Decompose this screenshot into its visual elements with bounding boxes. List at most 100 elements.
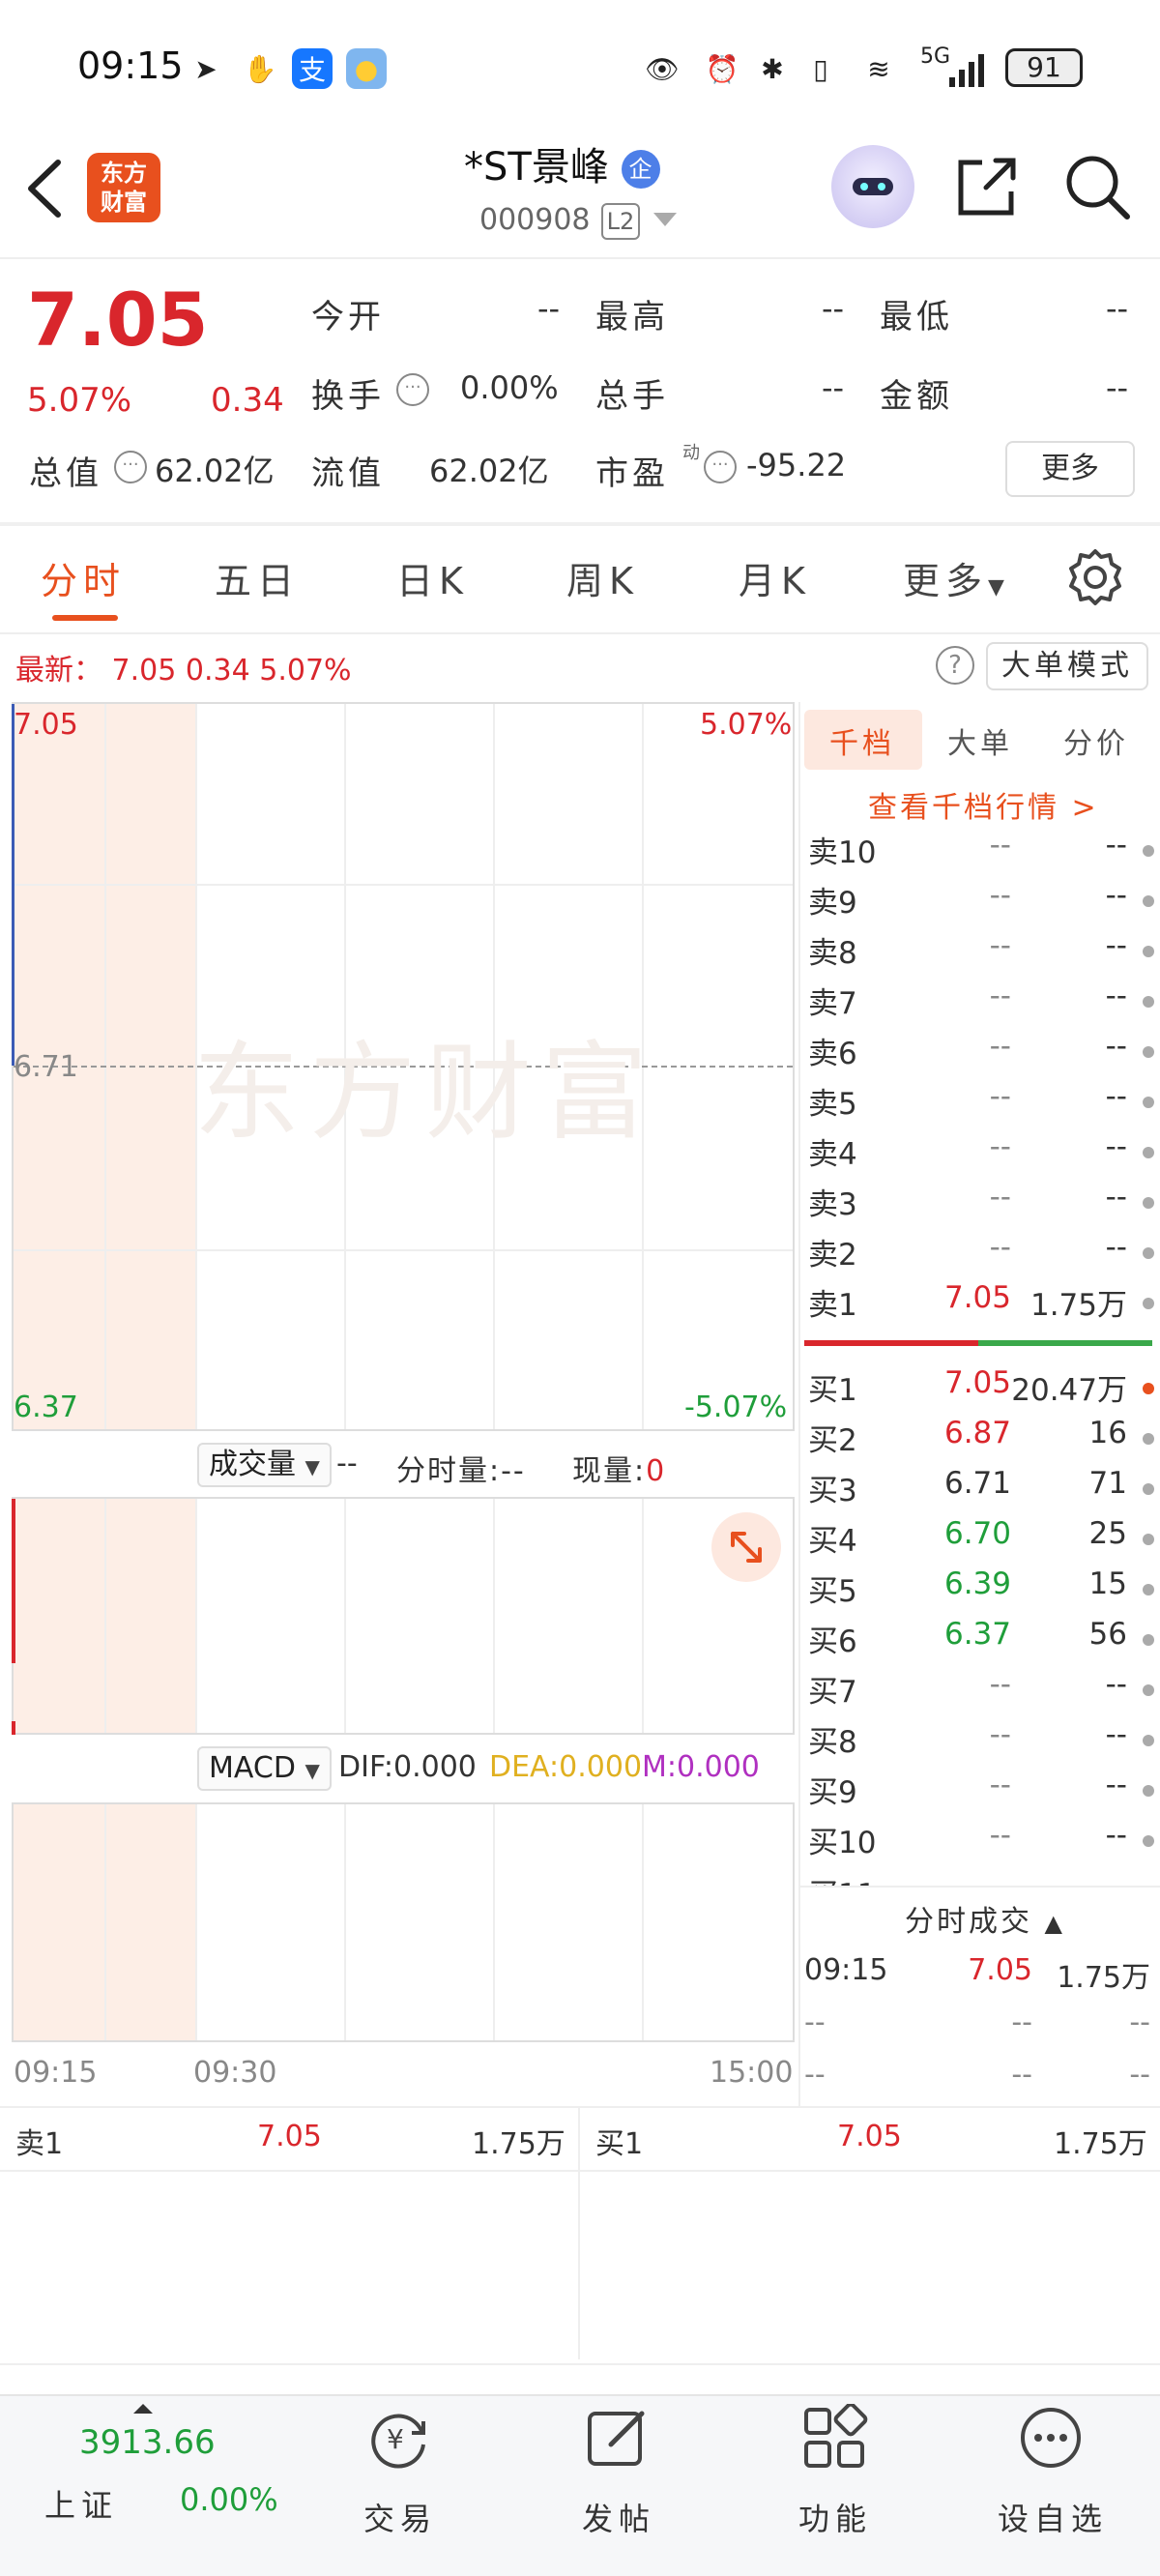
ask-row[interactable]: 卖10 -- --: [808, 828, 1156, 878]
ask-volume: 1.75万: [1030, 1288, 1127, 1323]
index-percent[interactable]: 0.00%: [180, 2481, 278, 2518]
bid-price: 6.70: [943, 1516, 1011, 1551]
ask-row[interactable]: 卖5 -- --: [808, 1079, 1156, 1129]
ask-row[interactable]: 卖3 -- --: [808, 1180, 1156, 1230]
share-icon[interactable]: [953, 153, 1021, 220]
ask-price: --: [989, 1029, 1011, 1064]
ask-row[interactable]: 卖6 -- --: [808, 1029, 1156, 1079]
tab-five-day[interactable]: 五日: [215, 551, 300, 604]
tab-weekly-k[interactable]: 周K: [566, 551, 639, 604]
tab-daily-k[interactable]: 日K: [396, 551, 469, 604]
more-button[interactable]: 更多: [1005, 441, 1135, 497]
more-info-icon[interactable]: ···: [704, 451, 737, 483]
tab-big-order[interactable]: 大单: [947, 719, 1013, 762]
tab-intraday[interactable]: 分时: [41, 551, 126, 604]
ask-level: 卖8: [808, 936, 857, 971]
ask-volume: --: [1105, 928, 1127, 963]
caret-up-icon[interactable]: [133, 2404, 153, 2414]
eastmoney-logo[interactable]: 东方 财富: [87, 153, 160, 222]
ts-price: --: [1011, 2005, 1032, 2039]
ts-volume: 1.75万: [1057, 1961, 1150, 1995]
macd-chart[interactable]: [12, 1802, 795, 2042]
bid-row[interactable]: 买3 6.71 71: [808, 1466, 1156, 1516]
ask-volume: --: [1105, 828, 1127, 863]
back-icon[interactable]: [21, 157, 70, 220]
more-info-icon[interactable]: ···: [396, 373, 429, 406]
bid-price: 6.87: [943, 1416, 1011, 1450]
bid-row[interactable]: 买9 -- --: [808, 1768, 1156, 1818]
help-icon[interactable]: ?: [936, 646, 974, 685]
bid-row[interactable]: 买7 -- --: [808, 1667, 1156, 1717]
volume-value: --: [822, 369, 845, 406]
bid-row[interactable]: 买4 6.70 25: [808, 1516, 1156, 1566]
nav-add-watchlist[interactable]: 设自选: [998, 2495, 1108, 2539]
view-thousand-level-link[interactable]: 查看千档行情 >: [868, 783, 1099, 826]
paper-plane-icon: ➤: [194, 52, 218, 85]
macd-indicator-select[interactable]: MACD ▼: [197, 1746, 332, 1791]
ask-price: --: [989, 1180, 1011, 1215]
trade-icon[interactable]: ¥: [365, 2404, 433, 2472]
ask-row[interactable]: 卖9 -- --: [808, 878, 1156, 928]
intraday-volume: 分时量:--: [396, 1454, 526, 1488]
amount-label: 金额: [880, 377, 953, 416]
dropdown-icon[interactable]: [653, 213, 677, 226]
status-dot-icon: [1143, 1383, 1154, 1394]
more-info-icon[interactable]: ···: [114, 451, 147, 483]
macd-m: M:0.000: [642, 1750, 760, 1784]
tab-monthly-k[interactable]: 月K: [739, 551, 811, 604]
ask-volume: --: [1105, 878, 1127, 913]
ask-volume: --: [1105, 1129, 1127, 1164]
bid-row[interactable]: 买2 6.87 16: [808, 1416, 1156, 1466]
index-name[interactable]: 上证: [44, 2481, 118, 2526]
ask-row[interactable]: 卖8 -- --: [808, 928, 1156, 979]
time-sales-title[interactable]: 分时成交 ▲: [905, 1897, 1065, 1940]
ask-row[interactable]: 卖4 -- --: [808, 1129, 1156, 1180]
bottom-area-divider: [0, 2363, 1160, 2365]
bid-level: 买2: [808, 1423, 857, 1458]
high-value: --: [822, 290, 845, 327]
bid-volume: --: [1105, 1667, 1127, 1702]
level2-badge[interactable]: L2: [601, 203, 640, 240]
bid-row[interactable]: 买1 7.05 20.47万: [808, 1365, 1156, 1416]
quote-divider: [0, 522, 1160, 526]
grid-line: [642, 1804, 644, 2040]
bid-row[interactable]: 买5 6.39 15: [808, 1566, 1156, 1617]
apps-icon[interactable]: [800, 2402, 868, 2472]
high-label: 最高: [595, 298, 669, 337]
status-dot-icon: [1143, 946, 1154, 957]
gear-icon[interactable]: [1065, 547, 1125, 607]
bid-price: 6.37: [943, 1617, 1011, 1652]
hand-icon: ✋: [243, 52, 277, 85]
search-icon[interactable]: [1063, 153, 1133, 222]
nav-post[interactable]: 发帖: [582, 2495, 655, 2539]
status-dot-icon: [1143, 1534, 1154, 1545]
compose-icon[interactable]: [584, 2404, 652, 2472]
volume-indicator-select[interactable]: 成交量 ▼: [197, 1443, 332, 1487]
bid-row[interactable]: 买6 6.37 56: [808, 1617, 1156, 1667]
robot-assistant-icon[interactable]: [831, 145, 914, 228]
index-value[interactable]: 3913.66: [79, 2423, 216, 2462]
tab-price-distribution[interactable]: 分价: [1063, 719, 1129, 762]
bid-level: 买8: [808, 1725, 857, 1760]
bid-row[interactable]: 买10 -- --: [808, 1818, 1156, 1868]
status-dot-icon: [1143, 1247, 1154, 1259]
ask-volume: --: [1105, 1230, 1127, 1265]
ask-row[interactable]: 卖7 -- --: [808, 979, 1156, 1029]
status-time: 09:15: [77, 44, 184, 87]
tab-thousand-level[interactable]: 千档: [829, 719, 895, 762]
big-order-mode-button[interactable]: 大单模式: [986, 642, 1148, 690]
bid-volume: 56: [1088, 1617, 1127, 1652]
tab-more[interactable]: 更多▼: [903, 551, 1010, 604]
expand-icon[interactable]: [711, 1512, 781, 1582]
nav-functions[interactable]: 功能: [798, 2495, 872, 2539]
nav-trade[interactable]: 交易: [363, 2495, 437, 2539]
volume-chart[interactable]: [12, 1497, 795, 1735]
ask-row[interactable]: 卖1 7.05 1.75万: [808, 1280, 1156, 1331]
ask-row[interactable]: 卖2 -- --: [808, 1230, 1156, 1280]
bid-price: --: [989, 1768, 1011, 1802]
bid-row[interactable]: 买8 -- --: [808, 1717, 1156, 1768]
ask-level: 卖2: [808, 1238, 857, 1273]
more-dots-icon[interactable]: [1017, 2404, 1085, 2472]
ask-volume: --: [1105, 979, 1127, 1013]
bid-price: 6.39: [943, 1566, 1011, 1601]
